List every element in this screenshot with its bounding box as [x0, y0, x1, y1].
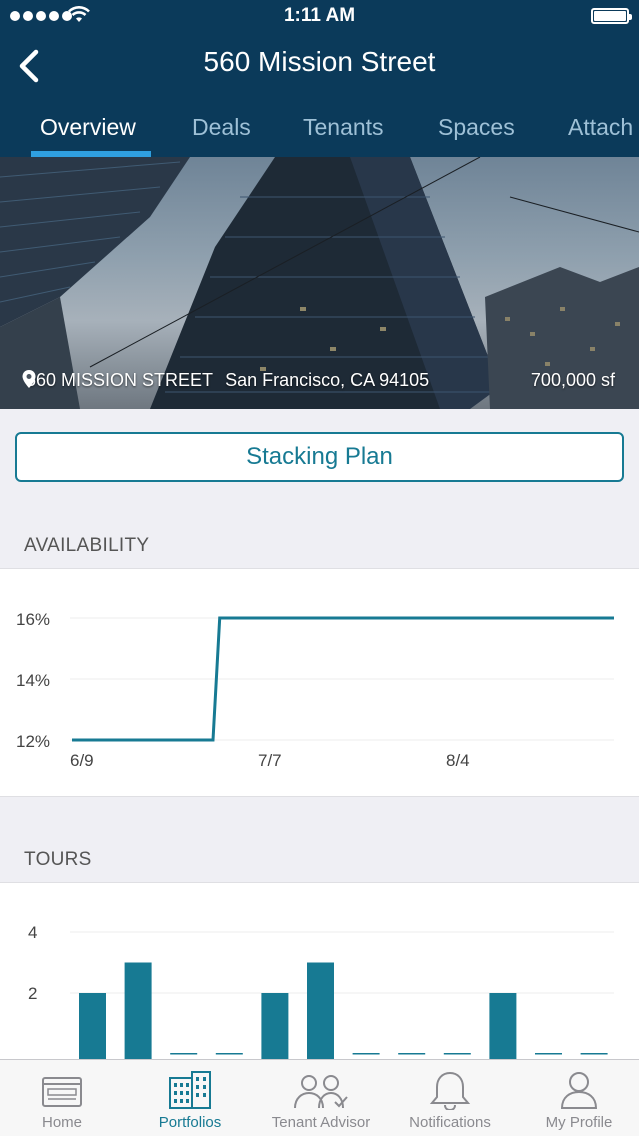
availability-y-tick: 14%: [16, 671, 50, 690]
tabbar-home[interactable]: Home: [0, 1060, 126, 1136]
nav-header: 1:11 AM 560 Mission Street Overview Deal…: [0, 0, 639, 157]
tours-y-tick: 4: [28, 923, 37, 942]
tabbar-my-profile-label: My Profile: [545, 1114, 613, 1131]
tours-bar: [489, 993, 517, 1063]
tabbar-my-profile[interactable]: My Profile: [515, 1060, 639, 1136]
tours-bar: [79, 993, 106, 1063]
building-address: 560 MISSION STREET: [26, 370, 214, 390]
tours-bar: [443, 1053, 471, 1055]
tours-bar: [307, 962, 334, 1063]
tabbar-tenant-advisor[interactable]: Tenant Advisor: [257, 1060, 385, 1136]
tours-bar: [535, 1053, 562, 1055]
tours-bar: [580, 1053, 608, 1055]
building-info: 560 MISSION STREET San Francisco, CA 941…: [22, 370, 615, 391]
map-pin-icon: [22, 370, 36, 388]
tours-bar: [124, 962, 152, 1063]
status-time: 1:11 AM: [283, 5, 356, 26]
status-bar: 1:11 AM: [0, 0, 639, 32]
page-title: 560 Mission Street: [203, 46, 436, 77]
tours-label: TOURS: [24, 849, 92, 870]
tours-chart: 42: [28, 923, 614, 1063]
tabbar-portfolios[interactable]: Portfolios: [126, 1060, 254, 1136]
tenant-advisor-icon: [294, 1075, 348, 1109]
profile-icon: [560, 1072, 598, 1109]
tabbar-notifications[interactable]: Notifications: [386, 1060, 514, 1136]
tabbar-tenant-advisor-label: Tenant Advisor: [271, 1114, 371, 1131]
availability-x-tick: 7/7: [258, 751, 282, 770]
building-city: San Francisco, CA 94105: [225, 370, 430, 390]
tab-spaces[interactable]: Spaces: [438, 114, 515, 141]
building-size: 700,000 sf: [530, 370, 615, 390]
battery-icon: [591, 8, 632, 24]
availability-x-tick: 6/9: [70, 751, 94, 770]
availability-chart: 16% 14% 12% 6/9 7/7 8/4: [16, 610, 614, 770]
tab-tenants[interactable]: Tenants: [303, 114, 384, 141]
building-photo: 560 MISSION STREET San Francisco, CA 941…: [0, 157, 639, 409]
availability-y-tick: 16%: [16, 610, 50, 629]
tab-overview[interactable]: Overview: [40, 114, 136, 141]
tab-deals[interactable]: Deals: [192, 114, 251, 141]
tours-bar: [170, 1053, 198, 1055]
home-icon: [42, 1077, 82, 1107]
bottom-tab-bar: Home Portfolios Tenant Advisor Notificat…: [0, 1059, 639, 1136]
tours-bar: [215, 1053, 243, 1055]
bell-icon: [429, 1071, 471, 1110]
availability-label: AVAILABILITY: [24, 535, 150, 556]
tabbar-notifications-label: Notifications: [409, 1114, 491, 1131]
tours-y-tick: 2: [28, 984, 37, 1003]
portfolios-icon: [169, 1071, 211, 1109]
tabbar-portfolios-label: Portfolios: [158, 1114, 222, 1131]
tours-chart-card: 42: [0, 882, 639, 1063]
tab-attachments[interactable]: Attach: [568, 114, 633, 141]
availability-y-tick: 12%: [16, 732, 50, 751]
availability-chart-card: 16% 14% 12% 6/9 7/7 8/4: [0, 568, 639, 797]
section-tabs: Overview Deals Tenants Spaces Attach: [0, 110, 639, 157]
tours-bar: [352, 1053, 380, 1055]
stacking-plan-button[interactable]: Stacking Plan: [15, 432, 624, 482]
tours-bar: [398, 1053, 426, 1055]
availability-x-tick: 8/4: [446, 751, 470, 770]
tabbar-home-label: Home: [41, 1114, 82, 1131]
tours-bar: [261, 993, 289, 1063]
